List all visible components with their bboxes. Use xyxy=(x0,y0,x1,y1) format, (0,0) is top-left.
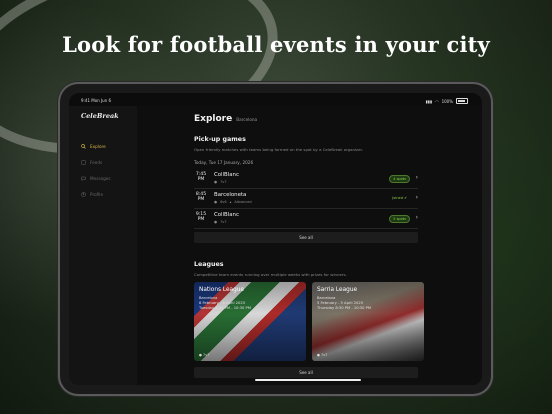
league-card-sarria[interactable]: Sarria League Barcelona 5 February - 5 A… xyxy=(312,282,424,361)
leagues-section-title: Leagues xyxy=(194,261,224,268)
league-dates: 5 February - 5 April 2025 xyxy=(317,301,364,305)
battery-icon xyxy=(456,98,468,104)
league-cards: Nations League Barcelona 8 February - 8 … xyxy=(194,282,434,362)
page-title: Explore Barcelona xyxy=(194,114,257,124)
signal-icon: ▮▮▮ xyxy=(425,98,433,104)
game-row[interactable]: 7:45 PM CollBlanc ● 7v7 4 spots › xyxy=(194,170,418,189)
game-meta: ● 7v7 xyxy=(214,180,227,184)
spots-badge: 5 spots xyxy=(389,215,410,223)
sidebar: CeleBreak Explore Feeds Messages Profile xyxy=(69,106,137,385)
players-icon: ● xyxy=(317,353,320,357)
level-icon: ▴ xyxy=(229,200,232,204)
players-icon: ● xyxy=(214,180,218,184)
league-name: Nations League xyxy=(199,287,245,293)
game-venue: Barceloneta xyxy=(214,192,247,198)
sidebar-item-feeds[interactable]: Feeds xyxy=(81,160,102,165)
players-icon: ● xyxy=(214,200,218,204)
headline: Look for football events in your city xyxy=(62,32,490,57)
status-time-value: 9:41 xyxy=(81,98,90,103)
pickup-see-all-button[interactable]: See all xyxy=(194,232,418,243)
main-content: Explore Barcelona Pick-up games Open fri… xyxy=(137,106,482,385)
status-right: ▮▮▮ ◠ 100% xyxy=(425,98,468,104)
game-time: 9:15 PM xyxy=(195,212,207,222)
game-row[interactable]: 8:45 PM Barceloneta ● 6v6 ▴ Advanced Joined… xyxy=(194,190,418,209)
league-card-nations[interactable]: Nations League Barcelona 8 February - 8 … xyxy=(194,282,306,361)
game-meta: ● 6v6 ▴ Advanced xyxy=(214,200,252,204)
chevron-right-icon: › xyxy=(415,214,418,221)
chat-icon xyxy=(81,176,86,181)
date-label: Today, Tue 17 January, 2026 xyxy=(194,160,254,165)
page-title-text: Explore xyxy=(194,114,233,124)
battery-percent: 100% xyxy=(441,98,453,104)
leagues-see-all-button[interactable]: See all xyxy=(194,367,418,378)
sidebar-item-messages[interactable]: Messages xyxy=(81,176,111,181)
league-format: ● 7v7 xyxy=(199,353,210,357)
status-date: Mon Jun 6 xyxy=(91,98,112,103)
game-time: 7:45 PM xyxy=(195,172,207,182)
sidebar-item-label: Profile xyxy=(90,192,104,197)
status-bar: 9:41 Mon Jun 6 ▮▮▮ ◠ 100% xyxy=(69,93,482,106)
city-selector[interactable]: Barcelona xyxy=(236,117,257,122)
league-city: Barcelona xyxy=(199,296,218,300)
sidebar-item-label: Feeds xyxy=(90,160,103,165)
game-row[interactable]: 9:15 PM CollBlanc ● 7v7 5 spots › xyxy=(194,210,418,229)
sidebar-item-label: Explore xyxy=(90,144,106,149)
game-venue: CollBlanc xyxy=(214,172,239,178)
search-icon xyxy=(81,144,86,149)
league-name: Sarria League xyxy=(317,287,358,293)
user-icon xyxy=(81,192,86,197)
home-indicator xyxy=(255,379,361,381)
league-dates: 8 February - 8 April 2025 xyxy=(199,301,246,305)
leagues-section-description: Competitive team events running over mul… xyxy=(194,272,347,277)
league-days: Tuesday 8:30 PM - 10:30 PM xyxy=(199,306,251,310)
pickup-section-description: Open friendly matches with teams being f… xyxy=(194,147,363,152)
sidebar-item-profile[interactable]: Profile xyxy=(81,192,103,197)
league-city: Barcelona xyxy=(317,296,336,300)
wifi-icon: ◠ xyxy=(435,98,439,104)
game-meta: ● 7v7 xyxy=(214,220,227,224)
chevron-right-icon: › xyxy=(415,174,418,181)
league-days: Thursday 8:30 PM - 10:30 PM xyxy=(317,306,372,310)
tablet-frame: 9:41 Mon Jun 6 ▮▮▮ ◠ 100% CeleBreak Expl… xyxy=(60,84,491,394)
spots-badge: 4 spots xyxy=(389,175,410,183)
game-venue: CollBlanc xyxy=(214,212,239,218)
chevron-right-icon: › xyxy=(415,194,418,201)
joined-badge: Joined ✔ xyxy=(392,196,407,200)
app-logo: CeleBreak xyxy=(81,112,119,120)
sidebar-item-label: Messages xyxy=(90,176,111,181)
sidebar-item-explore[interactable]: Explore xyxy=(81,144,106,149)
players-icon: ● xyxy=(199,353,202,357)
pickup-section-title: Pick-up games xyxy=(194,136,246,143)
league-format: ● 7v7 xyxy=(317,353,328,357)
players-icon: ● xyxy=(214,220,218,224)
status-time: 9:41 Mon Jun 6 xyxy=(81,98,111,103)
feed-icon xyxy=(81,160,86,165)
check-icon: ✔ xyxy=(404,196,407,200)
tablet-screen: 9:41 Mon Jun 6 ▮▮▮ ◠ 100% CeleBreak Expl… xyxy=(69,93,482,385)
game-time: 8:45 PM xyxy=(195,192,207,202)
